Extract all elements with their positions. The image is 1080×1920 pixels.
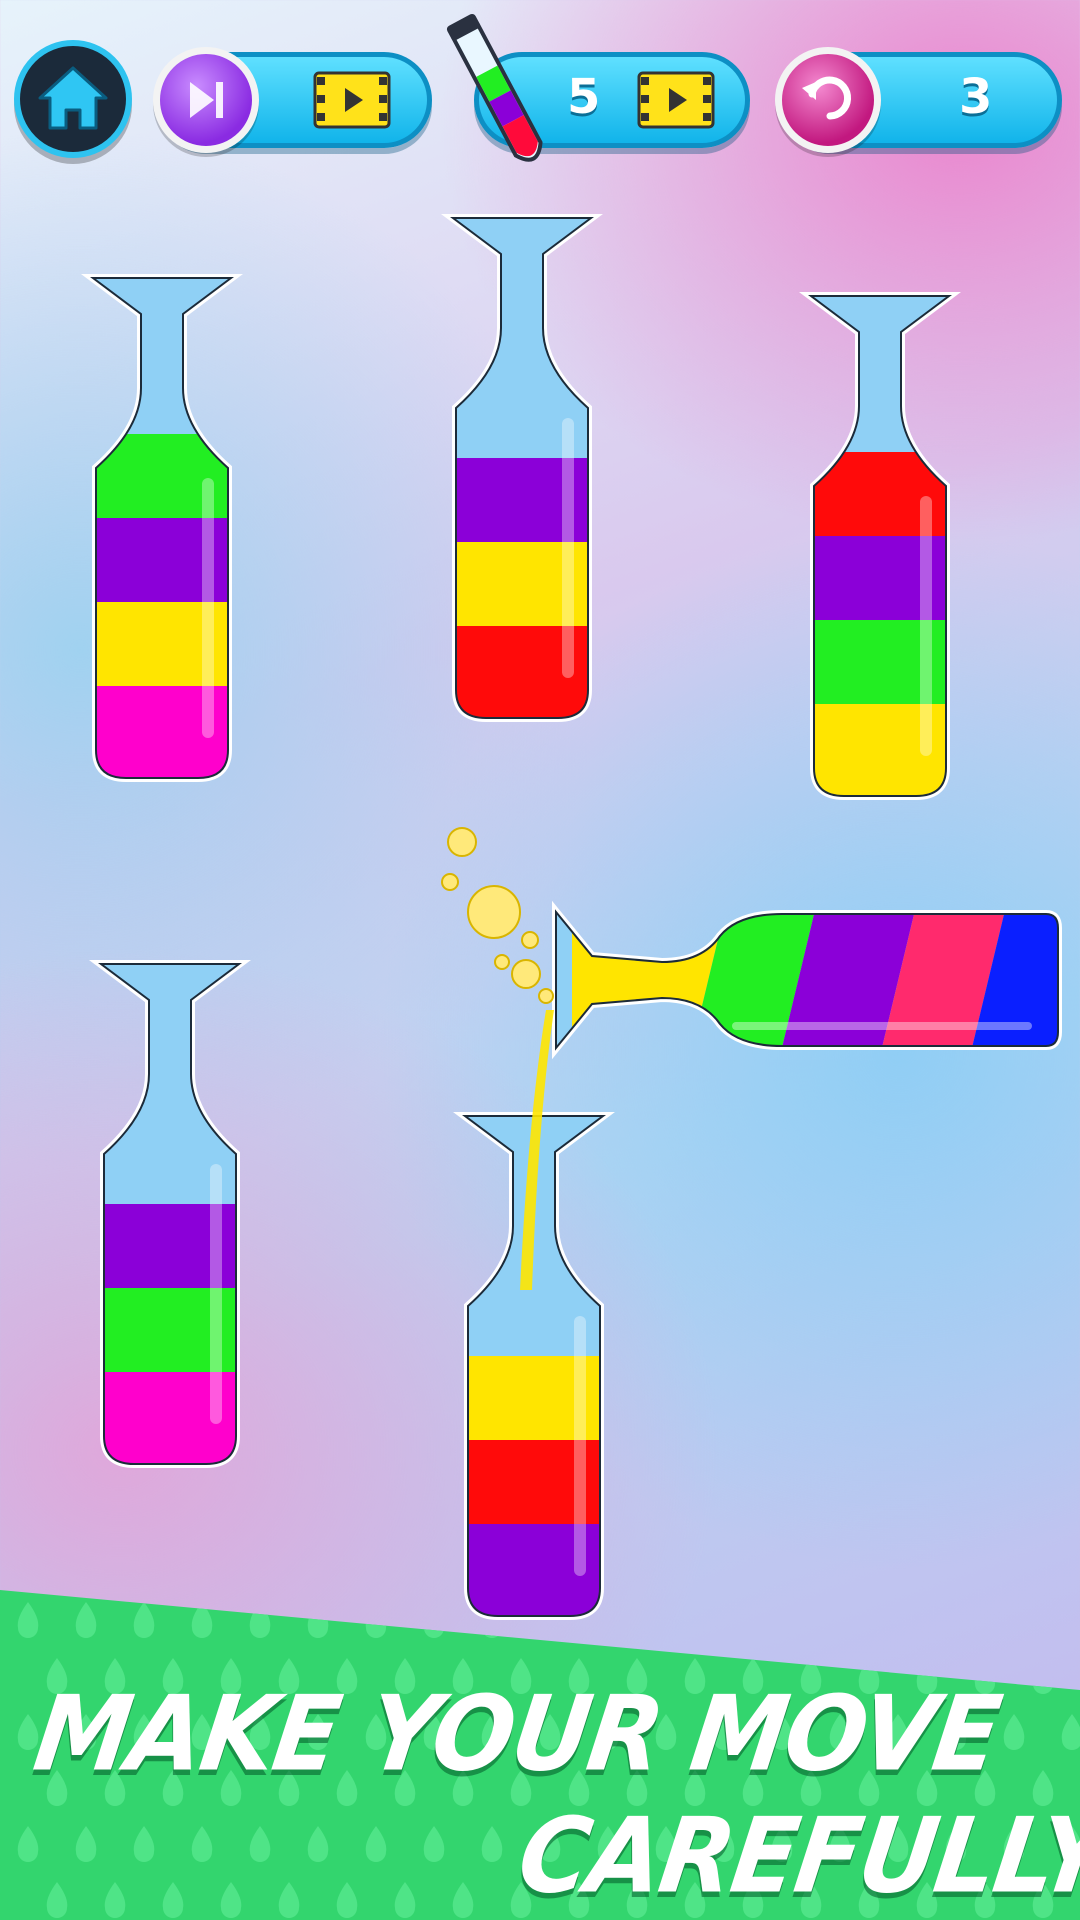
bottle-3[interactable] — [799, 292, 961, 800]
skip-level-button[interactable] — [153, 47, 432, 153]
skip-forward-icon — [153, 47, 259, 153]
undo-count: 3 — [959, 69, 993, 125]
pour-stream — [441, 827, 554, 1290]
test-tube-icon — [446, 13, 543, 162]
undo-button[interactable]: 3 — [775, 47, 1062, 153]
bottle-1[interactable] — [81, 274, 243, 782]
undo-icon — [775, 47, 881, 153]
top-toolbar: 5 3 — [0, 0, 1080, 180]
add-tube-count: 5 — [567, 69, 601, 125]
liquid-layer-yellow — [572, 912, 726, 1048]
bottle-4[interactable] — [89, 960, 251, 1468]
slogan-line-2: CAREFULLY — [511, 1795, 1080, 1917]
home-icon — [38, 66, 108, 130]
video-ad-icon — [637, 71, 715, 129]
home-button[interactable] — [14, 40, 132, 158]
bottle-2[interactable] — [441, 214, 603, 722]
bottle-6-pouring[interactable] — [552, 900, 1062, 1060]
video-ad-icon — [313, 71, 391, 129]
slogan-line-1: MAKE YOUR MOVE — [27, 1673, 1007, 1795]
